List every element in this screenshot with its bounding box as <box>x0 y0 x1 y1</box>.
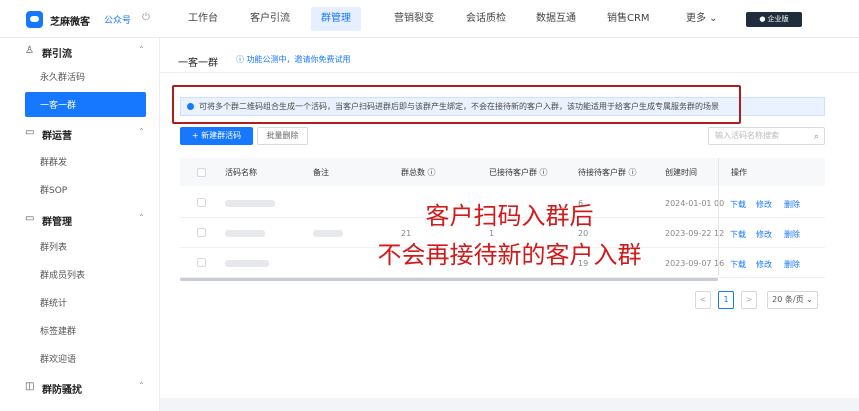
table-header: 活码名称 备注 群总数 ⓘ 已接待客户群 ⓘ 待接待客户群 ⓘ 创建时间 操作 <box>180 158 825 186</box>
col-pending: 待接待客户群 ⓘ <box>578 168 637 177</box>
app-logo <box>26 11 43 28</box>
col-actions: 操作 <box>731 168 747 177</box>
nav-more[interactable]: 更多 ⌄ <box>686 0 718 38</box>
sidebar-item-group-sop[interactable]: 群SOP <box>40 183 67 196</box>
sidebar-item-group-stats[interactable]: 群统计 <box>40 296 67 309</box>
col-created: 创建时间 <box>665 168 697 177</box>
chevron-up-icon: ⌃ <box>138 381 145 390</box>
enterprise-badge[interactable]: ● 企业版 <box>746 12 802 27</box>
sidebar-group-anti-harass[interactable]: ◫ 群防骚扰 ⌃ <box>0 376 160 398</box>
page-size-select[interactable]: 20 条/页 ⌄ <box>767 291 818 309</box>
sidebar-group-label: 群管理 <box>42 217 72 228</box>
power-icon[interactable]: ⏻ <box>142 12 150 23</box>
horizontal-scrollbar[interactable] <box>180 278 718 281</box>
chat-icon: ▭ <box>25 127 35 138</box>
page-title: 一客一群 <box>178 58 218 69</box>
brand-name: 芝麻微客 <box>50 17 90 28</box>
annotation-line-2: 不会再接待新的客户入群 <box>377 241 642 269</box>
col-group-total: 群总数 ⓘ <box>401 168 436 177</box>
folder-icon: ▭ <box>25 213 35 224</box>
sidebar-item-one-customer-one-group[interactable]: 一客一群 <box>25 92 146 117</box>
divider <box>160 72 859 73</box>
batch-delete-button[interactable]: 批量删除 <box>257 127 308 145</box>
sidebar-item-group-broadcast[interactable]: 群群发 <box>40 155 67 168</box>
sidebar-item-member-list[interactable]: 群成员列表 <box>40 268 85 281</box>
sidebar-item-tag-group[interactable]: 标签建群 <box>40 324 76 337</box>
beta-notice: ⓘ 功能公测中，邀请你免费试用 <box>236 55 351 64</box>
search-input[interactable]: 输入活码名称搜索 ⌕ <box>708 127 825 145</box>
sidebar-group-operations[interactable]: ▭ 群运营 ⌃ <box>0 122 160 144</box>
col-code-name: 活码名称 <box>225 168 257 177</box>
annotation-line-1: 客户扫码入群后 <box>425 202 594 230</box>
nav-data-sync[interactable]: 数据互通 <box>536 0 576 38</box>
sidebar: ♙ 群引流 ⌃ 永久群活码 一客一群 ▭ 群运营 ⌃ 群群发 群SOP ▭ 群管… <box>0 38 160 411</box>
chevron-up-icon: ⌃ <box>138 45 145 54</box>
shield-icon: ◫ <box>25 381 35 392</box>
nav-marketing[interactable]: 营销裂变 <box>394 0 434 38</box>
new-code-button[interactable]: + 新建群活码 <box>180 127 253 145</box>
search-icon[interactable]: ⌕ <box>814 129 819 145</box>
select-all-checkbox[interactable] <box>197 168 206 177</box>
main-content: 一客一群 ⓘ 功能公测中，邀请你免费试用 可将多个群二维码组合生成一个活码，当客… <box>160 38 859 398</box>
top-bar: 芝麻微客 公众号 ⏻ 工作台 客户引流 群管理 营销裂变 会话质检 数据互通 销… <box>0 0 859 38</box>
sidebar-group-management[interactable]: ▭ 群管理 ⌃ <box>0 208 160 230</box>
nav-group-management[interactable]: 群管理 <box>311 7 361 31</box>
sidebar-item-group-list[interactable]: 群列表 <box>40 240 67 253</box>
sidebar-item-permanent-code[interactable]: 永久群活码 <box>40 70 85 83</box>
sidebar-item-welcome[interactable]: 群欢迎语 <box>40 352 76 365</box>
sidebar-group-label: 群引流 <box>42 49 72 60</box>
sidebar-item-label: 一客一群 <box>40 101 77 111</box>
sidebar-group-label: 群运营 <box>42 131 72 142</box>
prev-page-button[interactable]: < <box>695 291 711 309</box>
chevron-up-icon: ⌃ <box>138 127 145 136</box>
col-remark: 备注 <box>313 168 329 177</box>
users-icon: ♙ <box>25 45 34 56</box>
account-link[interactable]: 公众号 <box>104 13 131 26</box>
sidebar-group-traffic[interactable]: ♙ 群引流 ⌃ <box>0 40 160 62</box>
search-placeholder: 输入活码名称搜索 <box>715 131 779 140</box>
chevron-up-icon: ⌃ <box>138 213 145 222</box>
nav-workbench[interactable]: 工作台 <box>188 0 218 38</box>
nav-session-audit[interactable]: 会话质检 <box>466 0 506 38</box>
nav-sales-crm[interactable]: 销售CRM <box>607 0 650 38</box>
nav-customer-acquisition[interactable]: 客户引流 <box>250 0 290 38</box>
next-page-button[interactable]: > <box>741 291 757 309</box>
page-1-button[interactable]: 1 <box>718 291 734 309</box>
sidebar-group-label: 群防骚扰 <box>42 385 82 396</box>
annotation-box <box>172 85 741 124</box>
col-received: 已接待客户群 ⓘ <box>489 168 548 177</box>
